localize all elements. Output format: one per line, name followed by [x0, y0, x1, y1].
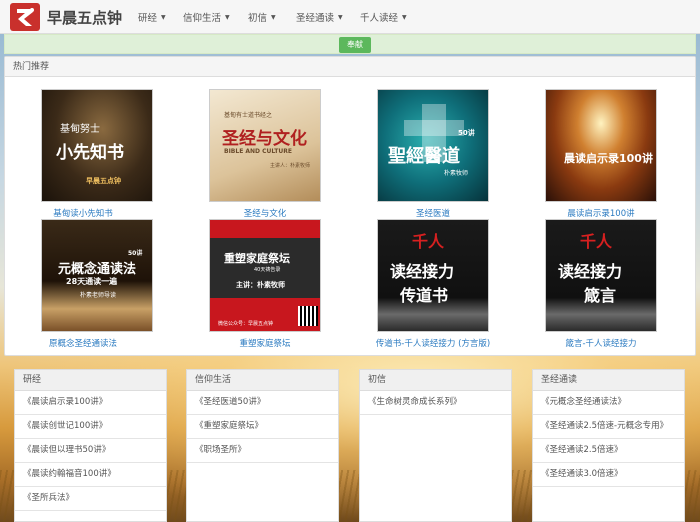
cover-revelation[interactable]: 晨读启示录100讲 [545, 89, 657, 202]
nav-item-faith-life[interactable]: 信仰生活 ▼ [183, 10, 230, 24]
hot-title[interactable]: 晨读启示录100讲 [516, 207, 686, 219]
category-link[interactable]: 《圣经通读2.5倍速-元概念专用》 [533, 415, 684, 439]
hot-title[interactable]: 传道书-千人读经接力 (方言版) [348, 337, 518, 349]
category-link[interactable]: 《圣所兵法》 [15, 487, 166, 511]
category-panel-faith-life: 信仰生活 《圣经医道50讲》 《重塑家庭祭坛》 《职场圣所》 [186, 369, 339, 522]
category-heading: 研经 [15, 370, 166, 391]
top-navbar: 早晨五点钟 研经 ▼ 信仰生活 ▼ 初信 ▼ 圣经通读 ▼ 千人读经 ▼ [0, 0, 700, 34]
hot-title[interactable]: 圣经与文化 [180, 207, 350, 219]
category-link[interactable]: 《职场圣所》 [187, 439, 338, 463]
nav-item-label: 圣经通读 [296, 13, 335, 24]
nav-item-label: 千人读经 [360, 13, 399, 24]
category-link[interactable]: 《重塑家庭祭坛》 [187, 415, 338, 439]
cover-minor-prophets[interactable]: 基甸努士 小先知书 早晨五点钟 [41, 89, 153, 202]
category-link[interactable]: 《元概念圣经通读法》 [533, 391, 684, 415]
nav-item-research[interactable]: 研经 ▼ [138, 10, 166, 24]
nav-item-label: 初信 [248, 13, 268, 24]
nav-item-new-believer[interactable]: 初信 ▼ [248, 10, 276, 24]
category-heading: 信仰生活 [187, 370, 338, 391]
donate-alert: 奉献 [4, 34, 696, 54]
cover-bible-culture[interactable]: 基甸有士道书经之 圣经与文化 BIBLE AND CULTURE 主讲人：朴素牧… [209, 89, 321, 202]
category-panel-new-believer: 初信 《生命树灵命成长系列》 [359, 369, 512, 522]
nav-item-bible-reading[interactable]: 圣经通读 ▼ [296, 10, 343, 24]
category-panel-bible-reading: 圣经通读 《元概念圣经通读法》 《圣经通读2.5倍速-元概念专用》 《圣经通读2… [532, 369, 685, 522]
category-link[interactable]: 《晨读启示录100讲》 [15, 391, 166, 415]
brand-name[interactable]: 早晨五点钟 [47, 7, 122, 28]
cover-bible-medicine[interactable]: 50讲 聖經醫道 朴素牧师 [377, 89, 489, 202]
hot-title[interactable]: 箴言-千人读经接力 [516, 337, 686, 349]
category-heading: 初信 [360, 370, 511, 391]
hot-recommend-heading: 热门推荐 [5, 57, 695, 77]
caret-down-icon: ▼ [338, 14, 343, 21]
category-link[interactable]: 《圣经通读3.0倍速》 [533, 463, 684, 487]
cover-proverbs[interactable]: 千人 读经接力 箴言 [545, 219, 657, 332]
hot-title[interactable]: 基甸读小先知书 [0, 207, 168, 219]
logo[interactable] [10, 3, 40, 31]
nav-item-label: 研经 [138, 13, 158, 24]
category-panel-research: 研经 《晨读启示录100讲》 《晨读创世记100讲》 《晨读但以理书50讲》 《… [14, 369, 167, 522]
category-link[interactable]: 《生命树灵命成长系列》 [360, 391, 511, 415]
logo-icon [17, 8, 34, 26]
nav-item-thousand-readers[interactable]: 千人读经 ▼ [360, 10, 407, 24]
caret-down-icon: ▼ [161, 14, 166, 21]
caret-down-icon: ▼ [225, 14, 230, 21]
cross-shape [404, 120, 464, 136]
hot-title[interactable]: 重塑家庭祭坛 [180, 337, 350, 349]
cover-ecclesiastes[interactable]: 千人 读经接力 传道书 [377, 219, 489, 332]
hot-recommend-panel: 热门推荐 基甸努士 小先知书 早晨五点钟 基甸读小先知书 基甸有士道书经之 圣经… [4, 56, 696, 356]
category-link[interactable]: 《晨读但以理书50讲》 [15, 439, 166, 463]
donate-button[interactable]: 奉献 [339, 37, 371, 53]
category-link[interactable]: 《圣经通读2.5倍速》 [533, 439, 684, 463]
caret-down-icon: ▼ [271, 14, 276, 21]
hot-title[interactable]: 原概念圣经通读法 [0, 337, 168, 349]
hot-title[interactable]: 圣经医道 [348, 207, 518, 219]
nav-item-label: 信仰生活 [183, 13, 222, 24]
category-heading: 圣经通读 [533, 370, 684, 391]
qr-code-icon [298, 306, 318, 326]
caret-down-icon: ▼ [402, 14, 407, 21]
category-link[interactable]: 《晨读约翰福音100讲》 [15, 463, 166, 487]
cover-family-altar[interactable]: 重塑家庭祭坛 40天祷告录 主讲：朴素牧师 微信公众号：早晨五点钟 [209, 219, 321, 332]
category-link[interactable]: 《圣经医道50讲》 [187, 391, 338, 415]
category-link[interactable]: 《晨读创世记100讲》 [15, 415, 166, 439]
cover-concept-reading[interactable]: 50讲 元概念通读法 28天通读一遍 朴素老师导读 [41, 219, 153, 332]
